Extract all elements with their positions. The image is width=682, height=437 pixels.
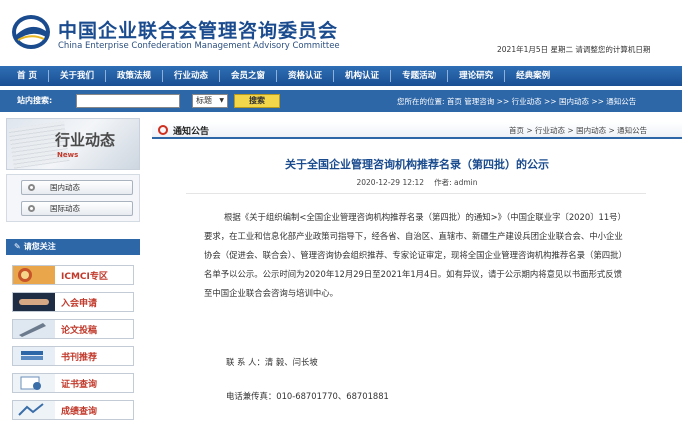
sidebar-item-domestic[interactable]: 国内动态 <box>21 180 133 195</box>
attention-header: ✎ 请您关注 <box>6 239 140 255</box>
banner-title: 行业动态 <box>55 131 116 149</box>
sidebar-banner: 行业动态 News <box>6 118 140 170</box>
article-body: 根据《关于组织编制<全国企业管理咨询机构推荐名录（第四批）的通知>》（中国企联业… <box>204 208 624 303</box>
link-icmci[interactable]: ICMCI专区 <box>12 265 134 285</box>
site-header: 中国企业联合会管理咨询委员会 China Enterprise Confeder… <box>0 0 682 62</box>
sidebar-item-label: 国际动态 <box>50 204 80 213</box>
nav-item-policy[interactable]: 政策法规 <box>117 66 151 86</box>
nav-item-certification[interactable]: 资格认证 <box>288 66 322 86</box>
link-label: 成绩查询 <box>61 407 98 417</box>
article-date: 2020-12-29 12:12 <box>356 178 425 187</box>
sidebar-item-label: 国内动态 <box>50 183 80 192</box>
banner-subtitle: News <box>57 151 79 159</box>
divider <box>186 193 646 194</box>
sidebar-menu: 国内动态 国际动态 <box>6 174 140 222</box>
site-title: 中国企业联合会管理咨询委员会 <box>58 20 339 42</box>
link-label: 书刊推荐 <box>61 353 98 363</box>
nav-divider <box>104 70 106 82</box>
nav-item-members[interactable]: 会员之窗 <box>231 66 265 86</box>
search-select-value: 标题 <box>196 96 212 105</box>
nav-divider <box>47 70 49 82</box>
nav-divider <box>219 70 221 82</box>
search-input[interactable] <box>76 94 180 108</box>
article-phone: 电话兼传真：010-68701770、68701881 <box>226 391 389 401</box>
breadcrumb: 首页 > 行业动态 > 国内动态 > 通知公告 <box>509 126 648 135</box>
nav-divider <box>504 70 506 82</box>
sidebar-item-international[interactable]: 国际动态 <box>21 201 133 216</box>
nav-item-org-certification[interactable]: 机构认证 <box>345 66 379 86</box>
nav-item-home[interactable]: 首 页 <box>17 66 37 86</box>
nav-divider <box>390 70 392 82</box>
article-contact: 联 系 人：清 毅、闫长坡 <box>226 357 318 367</box>
article-body-text: 根据《关于组织编制<全国企业管理咨询机构推荐名录（第四批）的通知>》（中国企联业… <box>204 212 623 298</box>
link-book-recommend[interactable]: 书刊推荐 <box>12 346 134 366</box>
link-score-query[interactable]: 成绩查询 <box>12 400 134 420</box>
content-header: 通知公告 首页 > 行业动态 > 国内动态 > 通知公告 <box>152 122 682 139</box>
link-membership[interactable]: 入会申请 <box>12 292 134 312</box>
bullet-icon <box>28 205 35 212</box>
nav-item-events[interactable]: 专题活动 <box>402 66 436 86</box>
chart-thumbnail-icon <box>13 401 55 419</box>
bullet-icon <box>28 184 35 191</box>
book-thumbnail-icon <box>13 347 55 365</box>
search-button[interactable]: 搜索 <box>234 94 280 108</box>
nav-item-industry-news[interactable]: 行业动态 <box>174 66 208 86</box>
main-nav: 首 页 关于我们 政策法规 行业动态 会员之窗 资格认证 机构认证 专题活动 理… <box>0 66 682 86</box>
nav-divider <box>333 70 335 82</box>
page: 中国企业联合会管理咨询委员会 China Enterprise Confeder… <box>0 0 682 437</box>
location-breadcrumb: 您所在的位置: 首页 管理咨询 >> 行业动态 >> 国内动态 >> 通知公告 <box>397 97 637 106</box>
site-subtitle: China Enterprise Confederation Managemen… <box>58 41 340 51</box>
nav-divider <box>276 70 278 82</box>
link-label: ICMCI专区 <box>61 272 108 282</box>
search-bar: 站内搜索: 标题 ▼ 搜索 您所在的位置: 首页 管理咨询 >> 行业动态 >>… <box>0 90 682 112</box>
article-author: 作者: admin <box>434 178 478 187</box>
certificate-thumbnail-icon <box>13 374 55 392</box>
nav-divider <box>447 70 449 82</box>
article-title: 关于全国企业管理咨询机构推荐名录（第四批）的公示 <box>285 158 549 171</box>
attention-title: 请您关注 <box>23 242 56 251</box>
article-meta: 2020-12-29 12:12 作者: admin <box>152 177 682 188</box>
date-text: 2021年1月5日 星期二 请调整您的计算机日期 <box>497 45 651 54</box>
nav-item-cases[interactable]: 经典案例 <box>516 66 550 86</box>
pen-thumbnail-icon <box>13 320 55 338</box>
logo-icon <box>12 15 50 49</box>
nav-item-research[interactable]: 理论研究 <box>459 66 493 86</box>
section-title: 通知公告 <box>173 127 210 137</box>
link-certificate-query[interactable]: 证书查询 <box>12 373 134 393</box>
link-label: 入会申请 <box>61 299 98 309</box>
link-paper-submission[interactable]: 论文投稿 <box>12 319 134 339</box>
handshake-thumbnail-icon <box>13 293 55 311</box>
search-label: 站内搜索: <box>17 96 53 105</box>
link-label: 证书查询 <box>61 380 98 390</box>
search-field-select[interactable]: 标题 ▼ <box>192 94 228 108</box>
nav-divider <box>162 70 163 82</box>
globe-thumbnail-icon <box>13 266 55 284</box>
link-label: 论文投稿 <box>61 326 98 336</box>
circle-icon <box>158 125 168 135</box>
chevron-down-icon: ▼ <box>219 97 224 104</box>
nav-item-about[interactable]: 关于我们 <box>60 66 94 86</box>
pen-icon: ✎ <box>14 242 21 251</box>
